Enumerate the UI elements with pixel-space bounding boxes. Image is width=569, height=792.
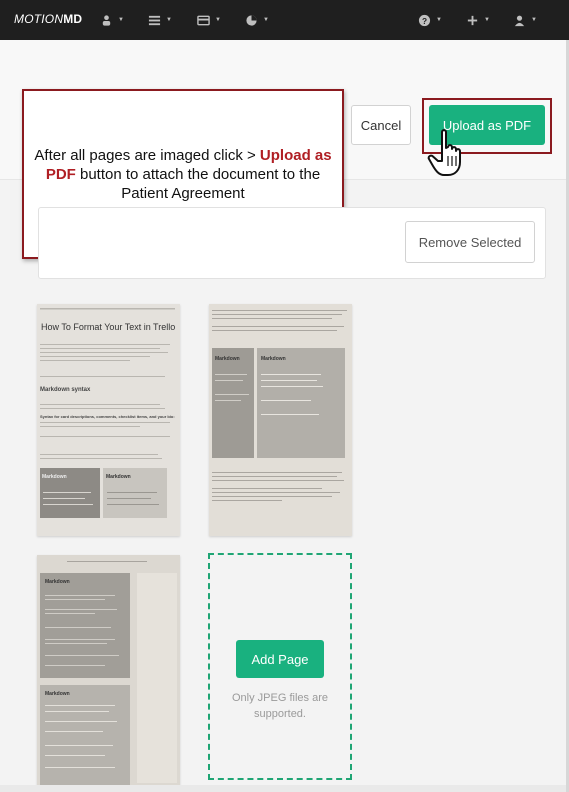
- doc-heading: Markdown syntax: [40, 387, 91, 393]
- page-bottom-edge: [0, 785, 566, 792]
- doc-col1-label: Markdown: [215, 356, 240, 362]
- chevron-down-icon: ▼: [436, 17, 442, 23]
- cancel-button[interactable]: Cancel: [351, 105, 411, 145]
- nav-add-menu[interactable]: ▼: [466, 10, 490, 30]
- brand-part-md: MD: [63, 12, 83, 26]
- jpeg-only-note: Only JPEG files are supported.: [232, 692, 328, 720]
- chevron-down-icon: ▼: [263, 17, 269, 23]
- doc-subheading: Syntax for card descriptions, comments, …: [40, 414, 175, 419]
- doc-col2-label: Markdown: [261, 356, 286, 362]
- chevron-down-icon: ▼: [484, 17, 490, 23]
- page-thumbnail-1[interactable]: How To Format Your Text in Trello Markdo…: [37, 304, 180, 536]
- nav-reports-menu[interactable]: ▼: [245, 10, 269, 30]
- chevron-down-icon: ▼: [166, 17, 172, 23]
- grid-icon: [148, 15, 161, 25]
- chevron-down-icon: ▼: [531, 17, 537, 23]
- doc-col1-label: Markdown: [45, 579, 70, 585]
- page-thumbnail-2[interactable]: Markdown Markdown: [209, 304, 352, 536]
- nav-help-menu[interactable]: ? ▼: [418, 10, 442, 30]
- help-icon: ?: [418, 14, 431, 26]
- document-photo-2: [209, 304, 352, 536]
- add-page-button[interactable]: Add Page: [236, 640, 324, 678]
- document-photo-3: [37, 555, 180, 787]
- brand-logo[interactable]: MOTIONMD: [14, 12, 82, 26]
- pie-chart-icon: [246, 14, 257, 26]
- nav-card-menu[interactable]: ▼: [197, 10, 221, 30]
- brand-part-motion: MOTION: [14, 12, 64, 26]
- page-thumbnail-3[interactable]: Markdown Markdown: [37, 555, 180, 787]
- nav-users-menu[interactable]: ▼: [100, 10, 124, 30]
- nav-grid-menu[interactable]: ▼: [148, 10, 172, 30]
- chevron-down-icon: ▼: [118, 17, 124, 23]
- doc-col2-label: Markdown: [106, 474, 131, 480]
- callout-text: After all pages are imaged click > Uploa…: [34, 146, 332, 203]
- document-photo-1: [37, 304, 180, 536]
- card-icon: [197, 15, 210, 25]
- hand-pointer-icon: [427, 129, 461, 176]
- svg-text:?: ?: [422, 15, 427, 25]
- top-navbar: MOTIONMD ▼ ▼ ▼ ▼ ? ▼ ▼ ▼: [0, 0, 569, 40]
- remove-selected-button[interactable]: Remove Selected: [405, 221, 535, 263]
- doc-col1-label: Markdown: [42, 474, 67, 480]
- callout-text-after: button to attach the document to the Pat…: [75, 165, 321, 202]
- doc-col2-label: Markdown: [45, 691, 70, 697]
- callout-text-before: After all pages are imaged click >: [34, 146, 260, 164]
- plus-icon: [467, 15, 478, 25]
- user-group-icon: [102, 14, 111, 26]
- user-icon: [514, 15, 525, 26]
- chevron-down-icon: ▼: [215, 17, 221, 23]
- nav-account-menu[interactable]: ▼: [513, 10, 537, 30]
- doc-title: How To Format Your Text in Trello: [41, 322, 176, 332]
